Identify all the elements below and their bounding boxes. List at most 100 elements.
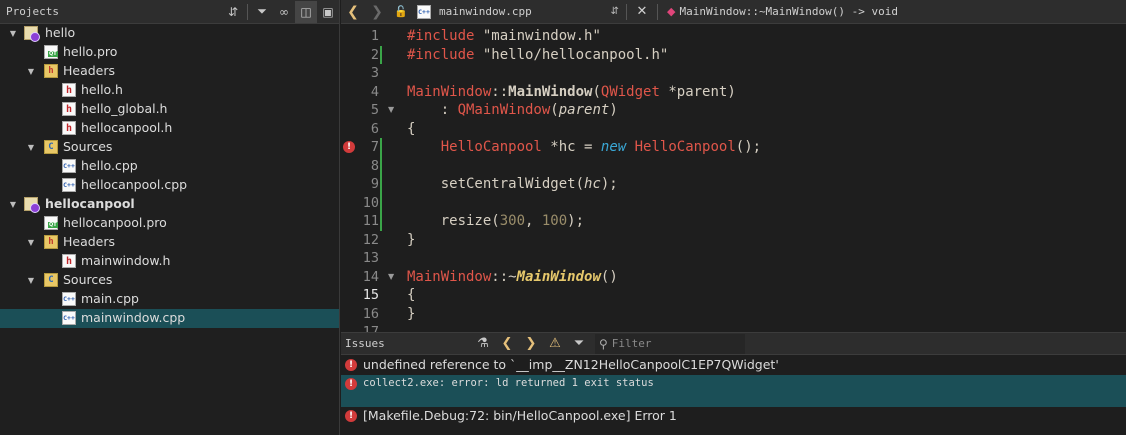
warning-filter-icon[interactable]: ⚠ [543, 333, 567, 355]
code-line[interactable]: setCentralWidget(hc); [407, 175, 618, 194]
tree-item[interactable]: h hello_global.h [0, 100, 339, 119]
open-file-selector[interactable]: C++ mainwindow.cpp ⇵ [413, 1, 623, 23]
issue-item[interactable]: ! [Makefile.Debug:72: bin/HelloCanpool.ex… [341, 407, 1126, 427]
close-pane-icon[interactable]: ▣ [317, 1, 339, 23]
tree-item[interactable]: ▼ C Sources [0, 271, 339, 290]
line-number: 15 [362, 287, 379, 303]
code-line[interactable]: } [407, 231, 415, 250]
code-line[interactable]: HelloCanpool *hc = new HelloCanpool(); [407, 138, 761, 157]
project-icon [24, 26, 40, 42]
cpp-file-icon: C++ [62, 292, 76, 306]
editor-toolbar: ❮ ❯ 🔓 C++ mainwindow.cpp ⇵ ✕ ◆ MainWindo… [341, 0, 1126, 24]
tree-item[interactable]: h mainwindow.h [0, 252, 339, 271]
tree-item[interactable]: C++ hellocanpool.cpp [0, 176, 339, 195]
cpp-file-icon: C++ [62, 178, 76, 192]
tree-item[interactable]: ▼ h Headers [0, 233, 339, 252]
tree-item-label: hello_global.h [81, 101, 168, 116]
fold-marker-icon[interactable]: ▼ [388, 272, 394, 281]
fold-marker-icon[interactable]: ▼ [388, 105, 394, 114]
expand-arrow-icon[interactable]: ▼ [26, 271, 36, 290]
h-file-icon: h [62, 102, 76, 116]
issues-filter-placeholder: Filter [611, 337, 652, 350]
code-token: 300 [499, 213, 526, 229]
tree-item[interactable]: ▼ C Sources [0, 138, 339, 157]
back-icon[interactable]: ❮ [341, 0, 365, 24]
symbol-selector[interactable]: MainWindow::~MainWindow() -> void [679, 5, 898, 18]
code-line[interactable]: MainWindow::MainWindow(QWidget *parent) [407, 83, 736, 102]
method-symbol-icon: ◆ [667, 5, 676, 18]
next-issue-icon[interactable]: ❯ [519, 333, 543, 355]
tree-item[interactable]: ▼ hello [0, 24, 339, 43]
headers-folder-icon: h [44, 235, 58, 249]
tree-item-label: Headers [63, 63, 116, 78]
tree-item[interactable]: hello.pro [0, 43, 339, 62]
expand-arrow-icon[interactable]: ▼ [26, 233, 36, 252]
issues-filter-field[interactable]: ⚲ Filter [595, 333, 745, 354]
lock-icon[interactable]: 🔓 [389, 0, 413, 24]
tree-item[interactable]: C++ mainwindow.cpp [0, 309, 339, 328]
tree-item[interactable]: h hellocanpool.h [0, 119, 339, 138]
projects-panel: Projects ⇵ ⏷ ∞ ◫ ▣ ▼ hello hello.pro ▼ h Head… [0, 0, 340, 435]
tree-item[interactable]: hellocanpool.pro [0, 214, 339, 233]
code-token: () [600, 268, 618, 285]
expand-arrow-icon[interactable]: ▼ [8, 195, 18, 214]
h-file-icon: h [62, 83, 76, 97]
code-token: #include [407, 46, 475, 63]
close-file-icon[interactable]: ✕ [630, 0, 654, 24]
code-token: (); [735, 139, 762, 155]
h-file-icon: h [62, 254, 76, 268]
tree-item-label: Headers [63, 234, 116, 249]
tree-item[interactable]: ▼ hellocanpool [0, 195, 339, 214]
filter-icon[interactable]: ⏷ [567, 333, 591, 355]
line-number: 9 [370, 176, 379, 192]
issues-title: Issues [345, 337, 385, 350]
line-number: 2 [370, 46, 379, 63]
code-token: #include [407, 28, 475, 44]
prev-issue-icon[interactable]: ❮ [495, 333, 519, 355]
code-line[interactable]: : QMainWindow(parent) [407, 101, 618, 120]
forward-icon[interactable]: ❯ [365, 0, 389, 24]
filter-icon[interactable]: ⏷ [251, 1, 273, 23]
expand-arrow-icon[interactable]: ▼ [8, 24, 18, 43]
sort-icon[interactable]: ⇵ [222, 1, 244, 23]
code-line[interactable]: #include "hello/hellocanpool.h" [407, 46, 668, 65]
code-line[interactable]: resize(300, 100); [407, 212, 584, 231]
expand-arrow-icon[interactable]: ▼ [26, 62, 36, 81]
code-token: 100 [541, 213, 568, 229]
link-icon[interactable]: ∞ [273, 1, 295, 23]
issue-item[interactable]: ! undefined reference to `__imp__ZN12Hell… [341, 356, 1126, 375]
pro-file-icon [44, 45, 58, 59]
line-number: 11 [362, 213, 379, 229]
code-editor[interactable]: #include "mainwindow.h" #include "hello/h… [403, 24, 1126, 332]
sources-folder-icon: C [44, 140, 58, 154]
tree-item-label: Sources [63, 272, 113, 287]
code-token: MainWindow [508, 83, 593, 100]
tree-item-label: hello.cpp [81, 158, 138, 173]
tree-item-label: hello [45, 25, 76, 40]
tree-item[interactable]: C++ hello.cpp [0, 157, 339, 176]
expand-arrow-icon[interactable]: ▼ [26, 138, 36, 157]
code-token: :: [491, 83, 509, 100]
code-token: hc [584, 176, 601, 192]
code-line[interactable]: { [407, 120, 415, 139]
code-token: ::~ [491, 268, 517, 285]
tree-item[interactable]: h hello.h [0, 81, 339, 100]
code-line[interactable]: #include "mainwindow.h" [407, 27, 601, 46]
issue-item[interactable]: ! collect2.exe: error: ld returned 1 exit… [341, 375, 1126, 407]
clean-icon[interactable]: ⚗ [471, 333, 495, 355]
code-line[interactable]: MainWindow::~MainWindow() [407, 268, 618, 287]
tree-item-label: main.cpp [81, 291, 139, 306]
code-token: new [600, 139, 627, 155]
split-icon[interactable]: ◫ [295, 0, 317, 23]
file-dropdown-icon[interactable]: ⇵ [611, 6, 619, 17]
tree-item[interactable]: C++ main.cpp [0, 290, 339, 309]
code-token: resize( [407, 213, 500, 229]
search-icon: ⚲ [599, 336, 608, 351]
tree-item[interactable]: ▼ h Headers [0, 62, 339, 81]
code-line[interactable]: { [407, 286, 415, 305]
error-marker-icon[interactable]: ! [343, 141, 355, 153]
line-number: 6 [370, 120, 379, 137]
code-token: ) [609, 102, 618, 118]
code-line[interactable]: } [407, 305, 415, 324]
